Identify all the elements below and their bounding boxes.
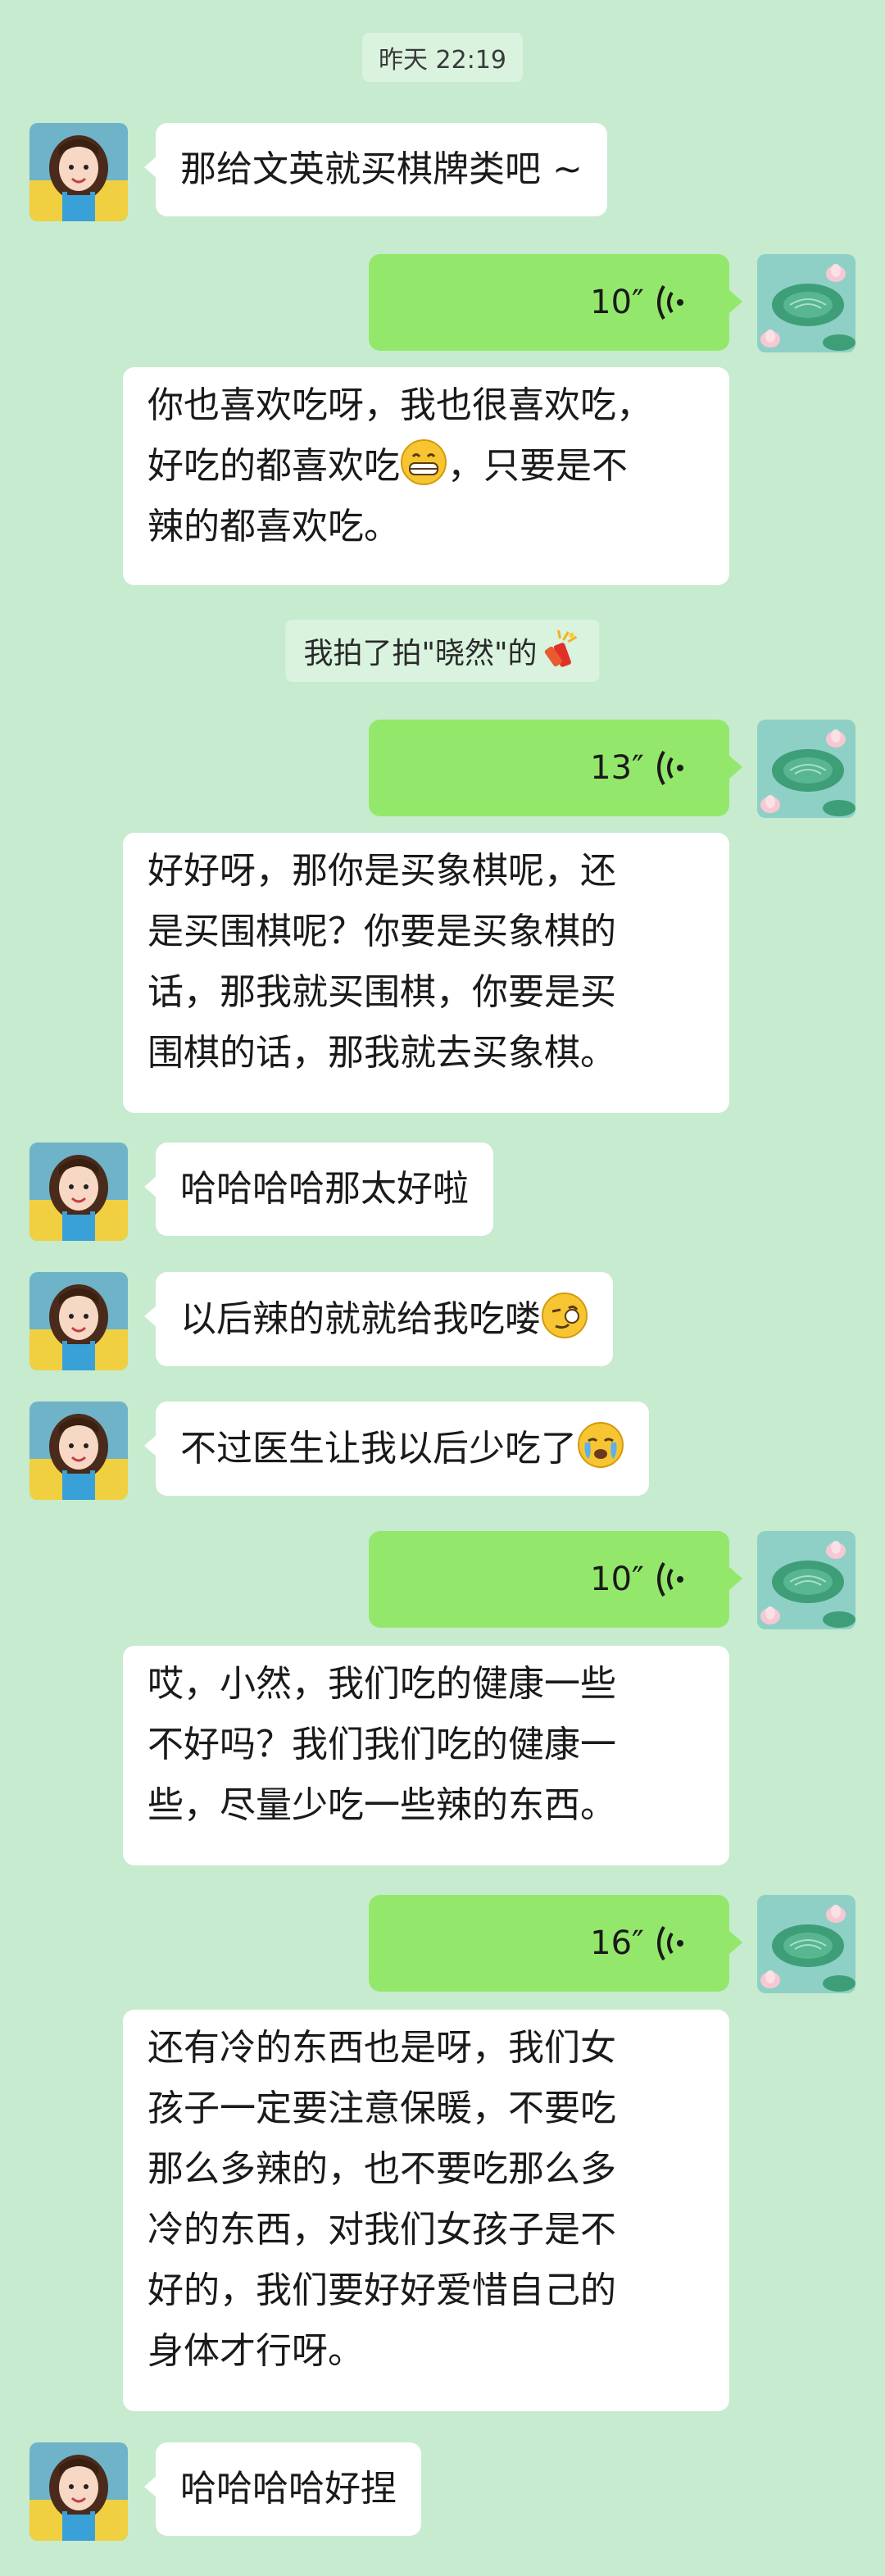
message-bubble[interactable]: 那给文英就买棋牌类吧 ~ bbox=[144, 123, 607, 216]
voice-message[interactable]: 13″ bbox=[369, 720, 742, 816]
my-avatar[interactable] bbox=[757, 1895, 856, 1993]
message-bubble[interactable]: 哈哈哈哈好捏 bbox=[144, 2442, 421, 2536]
message-bubble[interactable]: 不过医生让我以后少吃了 bbox=[144, 1402, 649, 1496]
voice-duration: 10″ bbox=[590, 284, 644, 321]
contact-avatar[interactable] bbox=[30, 1143, 128, 1241]
my-avatar[interactable] bbox=[757, 720, 856, 818]
crying-emoji bbox=[577, 1421, 624, 1469]
voice-wave-icon bbox=[656, 1561, 688, 1597]
voice-message[interactable]: 10″ bbox=[369, 254, 742, 351]
my-avatar[interactable] bbox=[757, 254, 856, 352]
voice-transcript: 好好呀，那你是买象棋呢，还 是买围棋呢？你要是买象棋的 话，那我就买围棋，你要是… bbox=[123, 833, 729, 1113]
voice-duration: 10″ bbox=[590, 1561, 644, 1598]
voice-transcript: 还有冷的东西也是呀，我们女 孩子一定要注意保暖，不要吃 那么多辣的，也不要吃那么… bbox=[123, 2010, 729, 2411]
contact-avatar[interactable] bbox=[30, 123, 128, 221]
contact-avatar[interactable] bbox=[30, 2442, 128, 2541]
voice-message[interactable]: 10″ bbox=[369, 1531, 742, 1628]
message-text: 以后辣的就就给我吃喽 bbox=[180, 1298, 541, 1340]
my-avatar[interactable] bbox=[757, 1531, 856, 1629]
contact-avatar[interactable] bbox=[30, 1272, 128, 1370]
voice-duration: 16″ bbox=[590, 1924, 644, 1962]
voice-duration: 13″ bbox=[590, 749, 644, 787]
transcript-text: 哎，小然，我们吃的健康一些 不好吗？我们我们吃的健康一 些，尽量少吃一些辣的东西… bbox=[148, 1663, 616, 1826]
voice-wave-icon bbox=[656, 284, 688, 320]
message-bubble[interactable]: 哈哈哈哈那太好啦 bbox=[144, 1143, 493, 1236]
voice-wave-icon bbox=[656, 1925, 688, 1961]
grin-emoji bbox=[400, 438, 447, 486]
contact-avatar[interactable] bbox=[30, 1402, 128, 1500]
message-bubble[interactable]: 以后辣的就就给我吃喽 bbox=[144, 1272, 613, 1366]
pat-notice: 我拍了拍"晓然"的 bbox=[285, 620, 600, 682]
voice-transcript: 你也喜欢吃呀，我也很喜欢吃， 好吃的都喜欢吃 ，只要是不 辣的都喜欢吃。 bbox=[123, 367, 729, 585]
transcript-text: 好好呀，那你是买象棋呢，还 是买围棋呢？你要是买象棋的 话，那我就买围棋，你要是… bbox=[148, 850, 616, 1074]
wink-emoji bbox=[541, 1292, 588, 1339]
voice-message[interactable]: 16″ bbox=[369, 1895, 742, 1992]
pat-text: 我拍了拍"晓然"的 bbox=[303, 637, 538, 670]
transcript-text: 还有冷的东西也是呀，我们女 孩子一定要注意保暖，不要吃 那么多辣的，也不要吃那么… bbox=[148, 2027, 616, 2372]
message-text: 不过医生让我以后少吃了 bbox=[180, 1428, 577, 1470]
voice-transcript: 哎，小然，我们吃的健康一些 不好吗？我们我们吃的健康一 些，尽量少吃一些辣的东西… bbox=[123, 1646, 729, 1865]
firecracker-emoji bbox=[541, 630, 582, 671]
voice-wave-icon bbox=[656, 750, 688, 786]
timestamp: 昨天 22:19 bbox=[362, 33, 523, 82]
